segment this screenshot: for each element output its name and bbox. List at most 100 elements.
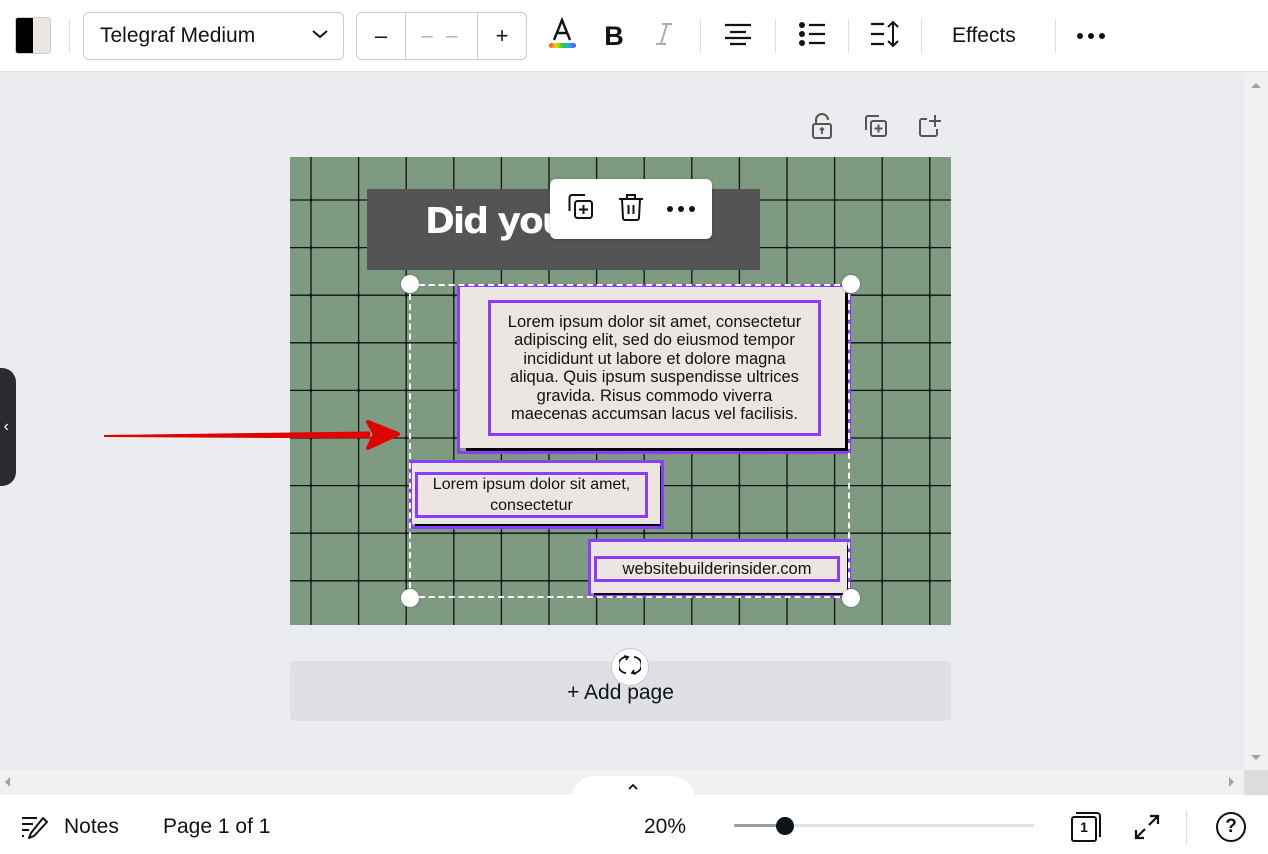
font-family-dropdown[interactable]: Telegraf Medium [83, 12, 344, 60]
expand-icon [1133, 813, 1161, 841]
rotate-icon [617, 654, 643, 681]
grid-node [925, 434, 934, 442]
duplicate-page-icon [863, 113, 889, 144]
grid-node [354, 338, 363, 347]
help-label: ? [1225, 816, 1237, 837]
font-family-label: Telegraf Medium [100, 24, 256, 47]
grid-node [925, 386, 934, 395]
delete-element-button[interactable] [611, 189, 651, 229]
element-context-menu [550, 179, 712, 239]
decrease-font-size-button[interactable]: – [357, 13, 405, 59]
grid-node [925, 529, 934, 538]
grid-node [878, 481, 887, 490]
add-page-top-button[interactable] [915, 113, 945, 143]
page-grid-button[interactable]: 1 [1069, 812, 1103, 842]
grid-node [354, 576, 363, 585]
trash-icon [617, 192, 645, 227]
resize-handle-bottom-left[interactable] [401, 589, 419, 607]
element-more-button[interactable] [661, 189, 701, 229]
copy-icon [566, 192, 596, 227]
list-button[interactable] [790, 14, 834, 58]
list-icon [798, 21, 826, 52]
rotate-button[interactable] [611, 648, 649, 686]
scroll-left-arrow-icon[interactable] [5, 777, 10, 787]
divider [69, 19, 70, 53]
lock-icon [810, 112, 834, 145]
grid-node [783, 196, 791, 204]
bold-button[interactable]: B [592, 14, 636, 58]
grid-node [354, 291, 363, 300]
grid-node [878, 386, 887, 395]
grid-node [830, 196, 839, 204]
chevron-up-icon [627, 778, 639, 796]
align-center-button[interactable] [716, 14, 760, 58]
scroll-right-arrow-icon[interactable] [1229, 777, 1234, 787]
resize-handle-top-right[interactable] [842, 275, 860, 293]
resize-handle-top-left[interactable] [401, 275, 419, 293]
resize-handle-bottom-right[interactable] [842, 589, 860, 607]
add-page-icon [917, 113, 943, 144]
spacing-button[interactable] [863, 14, 907, 58]
duplicate-page-button[interactable] [861, 113, 891, 143]
lock-page-button[interactable] [807, 112, 837, 145]
vertical-scrollbar[interactable] [1244, 73, 1268, 770]
divider [921, 19, 922, 53]
grid-node [354, 529, 363, 538]
title-text[interactable]: Did you [425, 201, 567, 242]
font-size-input[interactable]: – – [405, 13, 478, 59]
zoom-level[interactable]: 20% [644, 812, 686, 842]
grid-node [354, 386, 363, 395]
grid-node [307, 529, 315, 538]
grid-node [878, 529, 887, 538]
editor-toolbar: Telegraf Medium – – – + B Effects [0, 0, 1268, 72]
scroll-down-arrow-icon[interactable] [1251, 755, 1261, 760]
divider [700, 19, 701, 53]
grid-node [925, 576, 934, 585]
swatch-cream [33, 18, 50, 53]
grid-node [830, 243, 839, 252]
collapse-pages-toggle[interactable] [572, 776, 694, 798]
more-options-button[interactable] [1069, 14, 1113, 58]
text-color-swatch[interactable] [15, 17, 51, 54]
divider [848, 19, 849, 53]
notes-icon [20, 814, 50, 840]
text-color-icon [544, 16, 580, 57]
help-button[interactable]: ? [1216, 812, 1246, 842]
grid-node [878, 338, 887, 347]
scroll-up-arrow-icon[interactable] [1251, 83, 1261, 88]
font-size-stepper: – – – + [356, 12, 527, 60]
fullscreen-button[interactable] [1133, 812, 1161, 842]
grid-node [354, 196, 363, 204]
align-center-icon [724, 22, 752, 51]
zoom-slider[interactable] [734, 816, 1034, 836]
copy-element-button[interactable] [561, 189, 601, 229]
text-color-button[interactable] [540, 14, 584, 58]
grid-node [925, 196, 934, 204]
red-arrow-annotation [104, 420, 400, 450]
scrollbar-corner [1244, 770, 1268, 795]
grid-node [307, 576, 315, 585]
notes-label: Notes [64, 815, 119, 838]
notes-button[interactable]: Notes [20, 812, 119, 842]
page-count-badge: 1 [1080, 819, 1088, 835]
grid-node [354, 243, 363, 252]
grid-node [925, 481, 934, 490]
pages-icon: 1 [1069, 810, 1103, 844]
italic-button[interactable] [642, 14, 686, 58]
grid-node [307, 481, 315, 490]
increase-font-size-button[interactable]: + [478, 13, 526, 59]
grid-node [878, 196, 887, 204]
grid-node [307, 291, 315, 300]
grid-node [878, 434, 887, 442]
grid-node [307, 196, 315, 204]
grid-node [307, 338, 315, 347]
effects-button[interactable]: Effects [940, 14, 1028, 58]
side-panel-toggle[interactable]: ‹ [0, 368, 16, 486]
grid-node [878, 576, 887, 585]
more-icon [1076, 27, 1106, 45]
grid-node [878, 291, 887, 300]
group-selection-box [409, 284, 850, 598]
zoom-slider-thumb[interactable] [776, 817, 794, 835]
grid-node [354, 481, 363, 490]
grid-node [307, 386, 315, 395]
